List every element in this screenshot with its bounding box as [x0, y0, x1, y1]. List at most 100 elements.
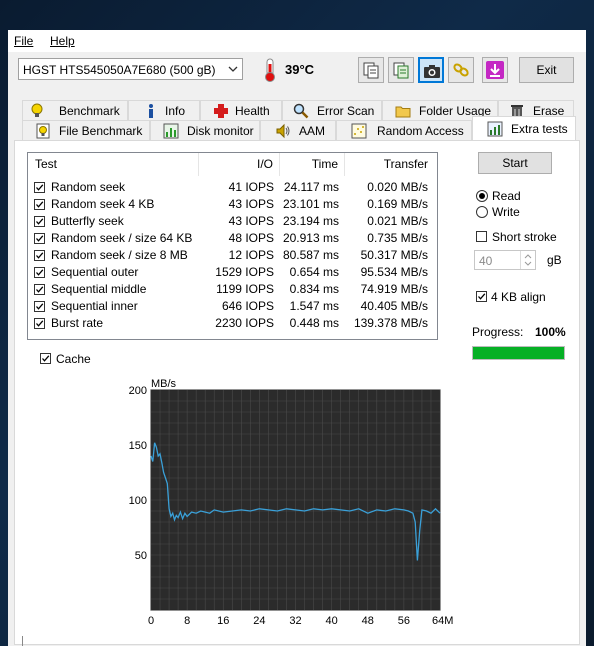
file-lightbulb-icon [36, 123, 50, 139]
bar-chart-icon [163, 123, 179, 139]
table-row[interactable]: Sequential middle 1199 IOPS 0.834 ms 74.919… [28, 281, 437, 298]
x-tick-label: 24 [253, 615, 265, 624]
copy-button[interactable] [358, 57, 384, 83]
progress-bar [472, 346, 565, 360]
cell-io: 41 IOPS [228, 180, 274, 194]
tab-file-benchmark[interactable]: File Benchmark [22, 120, 150, 140]
drive-select[interactable]: HGST HTS545050A7E680 (500 gB) [18, 58, 243, 80]
tab-label: Error Scan [317, 104, 375, 118]
table-row[interactable]: Random seek 4 KB 43 IOPS 23.101 ms 0.169 MB… [28, 196, 437, 213]
tab-label: Random Access [377, 124, 464, 138]
table-row[interactable]: Random seek 41 IOPS 24.117 ms 0.020 MB/s [28, 179, 437, 196]
menu-bar: File Help [8, 30, 586, 52]
table-row[interactable]: Random seek / size 64 KB 48 IOPS 20.913 ms… [28, 230, 437, 247]
checkmark-icon [36, 269, 44, 276]
cell-io: 646 IOPS [221, 299, 274, 313]
column-header-label: Time [311, 157, 338, 171]
align-4kb-checkbox[interactable] [476, 291, 487, 302]
y-tick-label: 150 [129, 440, 147, 452]
cell-transfer: 40.405 MB/s [360, 299, 428, 313]
start-button[interactable]: Start [478, 152, 552, 174]
cell-test: Random seek / size 64 KB [51, 231, 193, 245]
column-header-io[interactable]: I/O [199, 153, 280, 176]
cell-transfer: 0.169 MB/s [367, 197, 428, 211]
checkmark-icon [36, 235, 44, 242]
write-radio-label: Write [492, 205, 520, 219]
table-row[interactable]: Random seek / size 8 MB 12 IOPS 80.587 ms 5… [28, 247, 437, 264]
copy-text-button[interactable] [388, 57, 414, 83]
menu-file-label: File [14, 34, 34, 48]
results-table: Test I/O Time Transfer Random seek 41 IOP… [27, 152, 438, 340]
cell-transfer: 0.735 MB/s [367, 231, 428, 245]
download-button[interactable] [482, 57, 508, 83]
row-checkbox[interactable] [34, 284, 45, 295]
table-row[interactable]: Butterfly seek 43 IOPS 23.194 ms 0.021 MB/s [28, 213, 437, 230]
tab-benchmark[interactable]: Benchmark [22, 100, 128, 120]
read-radio-label: Read [492, 189, 521, 203]
checkmark-icon [36, 184, 44, 191]
table-row[interactable]: Sequential inner 646 IOPS 1.547 ms 40.405 M… [28, 298, 437, 315]
cell-test: Random seek / size 8 MB [51, 248, 188, 262]
checkmark-icon [478, 293, 486, 300]
gb-unit-label: gB [547, 253, 562, 267]
short-stroke-size-input[interactable]: 40 [474, 250, 536, 270]
cell-time: 20.913 ms [282, 231, 339, 245]
row-checkbox[interactable] [34, 199, 45, 210]
drive-select-value: HGST HTS545050A7E680 (500 gB) [23, 63, 216, 77]
row-checkbox[interactable] [34, 267, 45, 278]
row-checkbox[interactable] [34, 216, 45, 227]
status-divider [22, 636, 23, 646]
tab-label: AAM [299, 124, 326, 138]
cell-transfer: 74.919 MB/s [360, 282, 428, 296]
menu-file[interactable]: File [14, 34, 33, 48]
spinner-buttons[interactable] [520, 251, 535, 269]
write-radio[interactable] [476, 206, 488, 218]
menu-help[interactable]: Help [50, 34, 75, 48]
tab-error-scan[interactable]: Error Scan [282, 100, 382, 120]
table-row[interactable]: Sequential outer 1529 IOPS 0.654 ms 95.534 … [28, 264, 437, 281]
table-row[interactable]: Burst rate 2230 IOPS 0.448 ms 139.378 MB/s [28, 315, 437, 332]
row-checkbox[interactable] [34, 301, 45, 312]
row-checkbox[interactable] [34, 182, 45, 193]
checkmark-icon [36, 303, 44, 310]
exit-button[interactable]: Exit [519, 57, 574, 83]
read-radio[interactable] [476, 190, 488, 202]
app-window: File Help HGST HTS545050A7E680 (500 gB) … [8, 30, 586, 646]
column-header-transfer[interactable]: Transfer [345, 153, 437, 176]
row-checkbox[interactable] [34, 233, 45, 244]
progress-fill [473, 347, 564, 359]
cache-checkbox[interactable] [40, 353, 51, 364]
transfer-rate-chart: 50 100 150 200 0 8 16 24 32 40 48 56 64MB MB/s [129, 378, 454, 624]
folder-icon [395, 106, 411, 118]
cell-test: Butterfly seek [51, 214, 124, 228]
tab-disk-monitor[interactable]: Disk monitor [150, 120, 260, 140]
y-axis-unit-label: MB/s [151, 378, 177, 390]
tab-extra-tests[interactable]: Extra tests [472, 116, 576, 141]
column-header-test[interactable]: Test [28, 153, 199, 176]
cell-test: Sequential middle [51, 282, 147, 296]
tab-health[interactable]: Health [200, 100, 282, 120]
x-tick-label: 0 [148, 615, 154, 624]
column-header-time[interactable]: Time [280, 153, 345, 176]
cell-io: 43 IOPS [228, 197, 274, 211]
x-tick-label: 64MB [432, 615, 454, 624]
tab-info[interactable]: Info [128, 100, 200, 120]
row-checkbox[interactable] [34, 250, 45, 261]
cell-time: 0.834 ms [289, 282, 339, 296]
cell-transfer: 50.317 MB/s [360, 248, 428, 262]
y-tick-label: 200 [129, 385, 147, 397]
tab-random-access[interactable]: Random Access [336, 120, 472, 140]
x-tick-label: 16 [217, 615, 229, 624]
screenshot-button[interactable] [418, 57, 444, 83]
row-checkbox[interactable] [34, 318, 45, 329]
copy-icon [363, 62, 379, 79]
tab-aam[interactable]: AAM [260, 120, 336, 140]
x-tick-label: 48 [362, 615, 374, 624]
checkmark-icon [36, 286, 44, 293]
short-stroke-checkbox[interactable] [476, 231, 487, 242]
link-button[interactable] [448, 57, 474, 83]
checkmark-icon [42, 355, 50, 362]
x-tick-label: 32 [289, 615, 301, 624]
camera-icon [424, 65, 440, 78]
cell-io: 43 IOPS [228, 214, 274, 228]
